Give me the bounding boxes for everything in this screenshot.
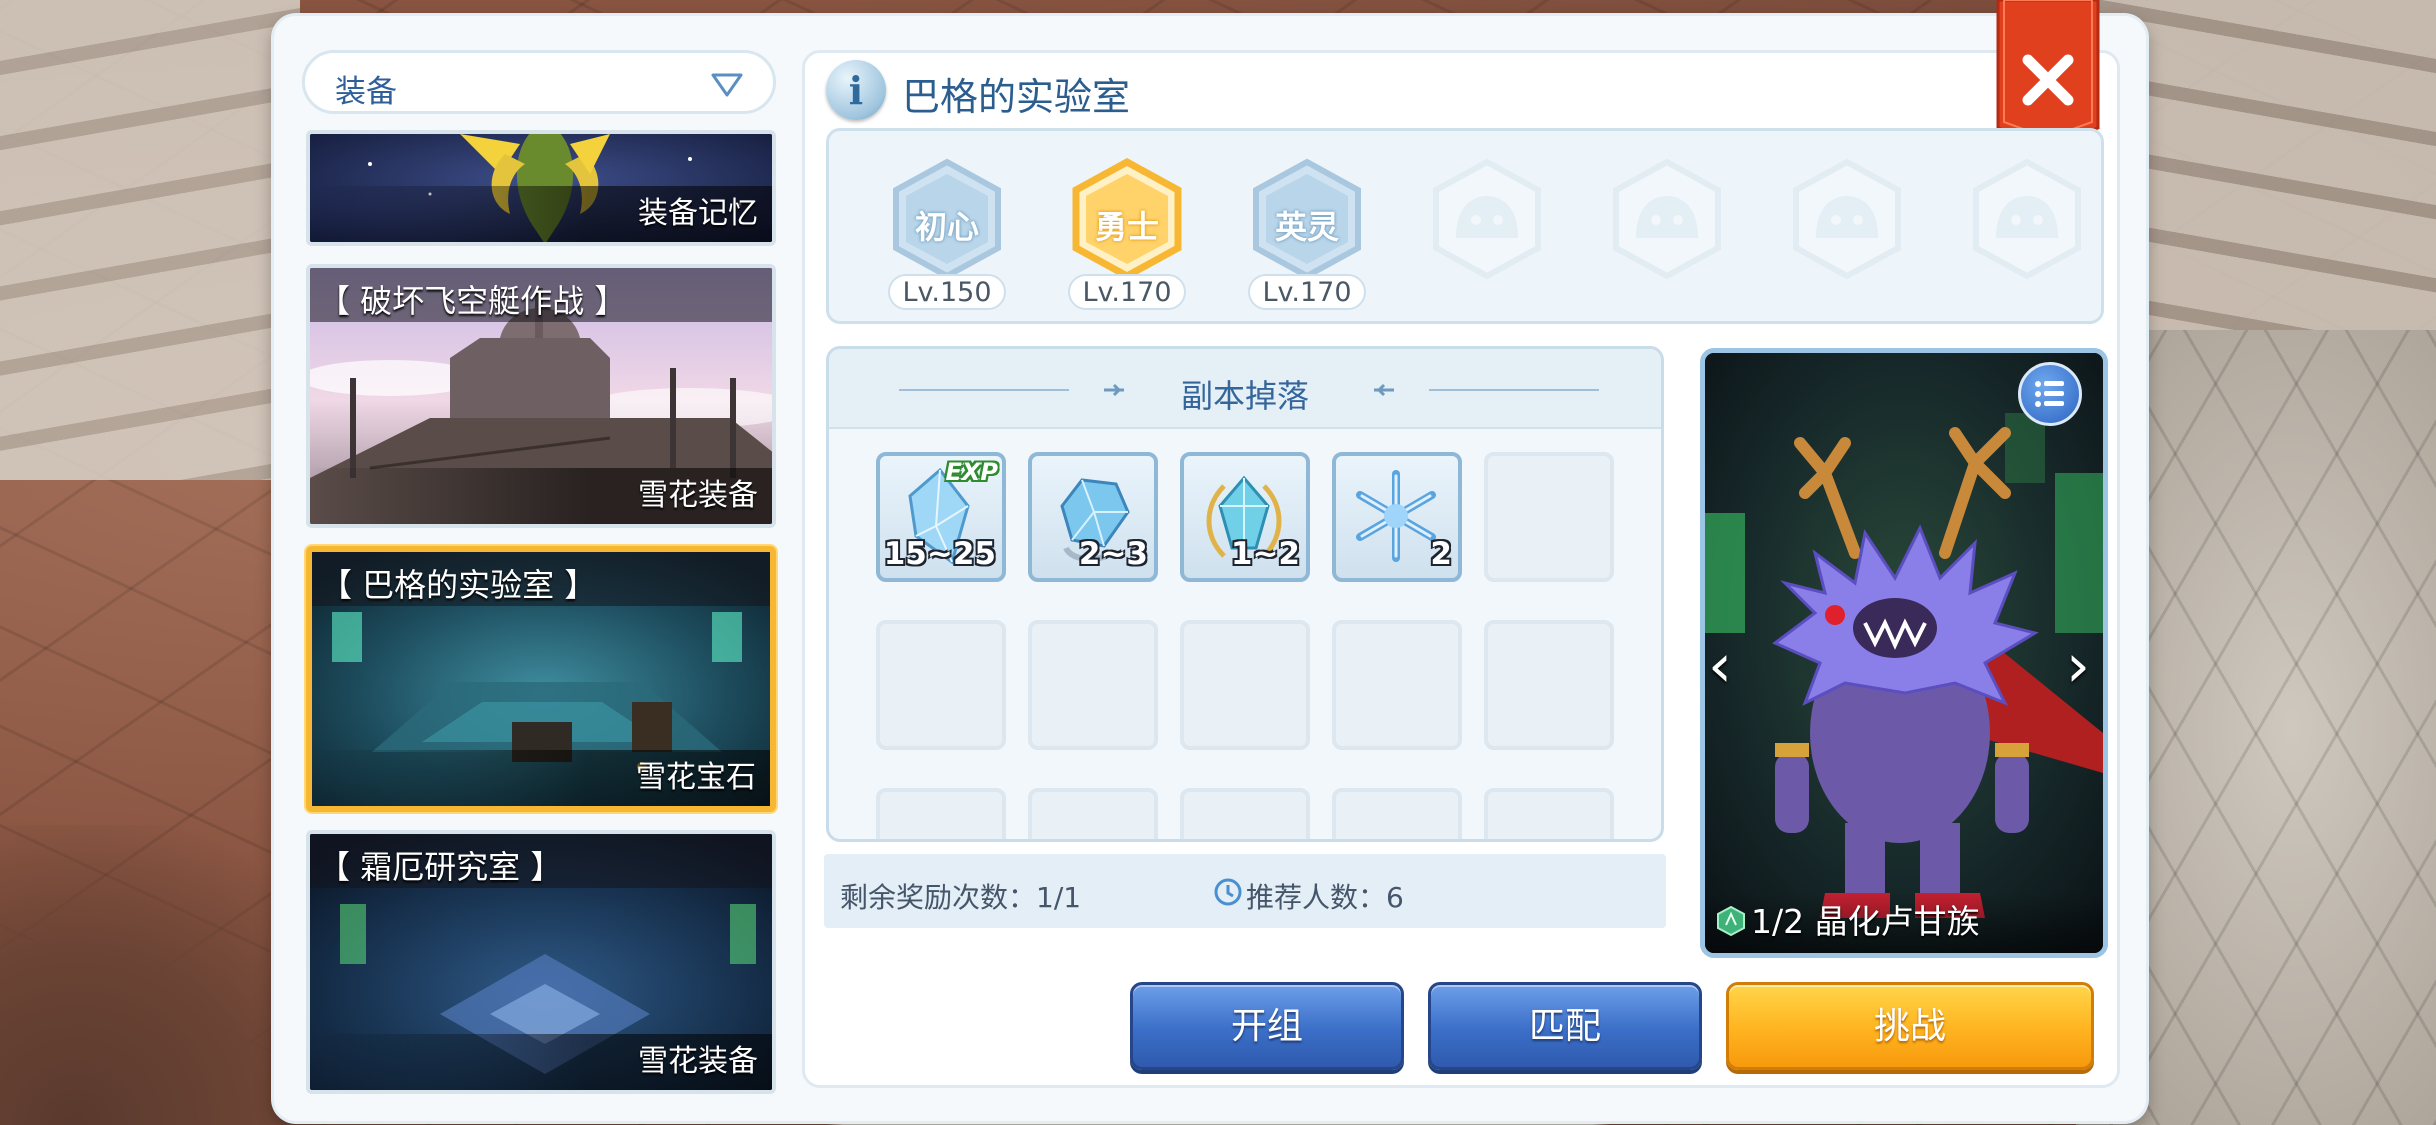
form-group-button[interactable]: 开组 [1130,982,1404,1070]
difficulty-name: 初心 [914,208,979,246]
drops-title: 副本掉落 [1180,377,1309,415]
locked-slime-icon [1793,158,1901,280]
drop-row-clipped [829,780,1661,839]
list-icon [2035,381,2064,407]
drop-quantity: 2 [1430,536,1452,572]
drop-quantity: 1~2 [1230,536,1300,572]
locked-slime-icon [1613,158,1721,280]
locked-slime-icon [1973,158,2081,280]
info-icon[interactable]: i [826,60,886,120]
triangle-down-icon [711,73,743,101]
drop-quantity: 15~25 [883,536,996,572]
reward-info-bar: 剩余奖励次数：1/1 推荐人数：6 [824,854,1666,928]
difficulty-beginner[interactable]: 初心 Lv.150 [882,158,1012,310]
prev-boss-arrow[interactable]: ‹ [1708,636,1752,700]
difficulty-level: Lv.150 [888,274,1006,310]
drop-slot-empty [1332,788,1462,839]
drop-item-exp-crystal[interactable]: EXP 15~25 [876,452,1006,582]
difficulty-hero[interactable]: 英灵 Lv.170 [1242,158,1372,310]
difficulty-locked [1422,158,1552,306]
drop-quantity: 2~3 [1078,536,1148,572]
drop-slot-empty [1332,620,1462,750]
difficulty-name: 勇士 [1094,208,1159,246]
dungeon-title: 【 破坏飞空艇作战 】 [318,282,627,320]
dungeon-title: 【 巴格的实验室 】 [320,566,597,604]
close-button[interactable] [1994,0,2102,148]
stone-steps-left [0,0,300,480]
crystal-type-icon [1715,905,1747,941]
match-button[interactable]: 匹配 [1428,982,1702,1070]
drop-slot-empty [1028,788,1158,839]
next-boss-arrow[interactable]: › [2066,636,2110,700]
drops-panel: 副本掉落 [826,346,1664,842]
drop-item-blue-crystal[interactable]: 2~3 [1028,452,1158,582]
dungeon-card-frost-lab[interactable]: 【 霜厄研究室 】 雪花装备 [306,830,776,1094]
dungeon-tag: 雪花装备 [638,1044,758,1079]
dungeon-tag: 雪花宝石 [636,760,756,795]
dungeon-tag: 装备记忆 [638,196,758,231]
boss-name: 1/2 晶化卢甘族 [1751,902,1980,941]
drop-slot-empty [1484,452,1614,582]
info-glyph: i [848,68,864,113]
drop-slot-empty [876,620,1006,750]
difficulty-level: Lv.170 [1068,274,1186,310]
dungeon-tag: 雪花装备 [638,478,758,513]
difficulty-locked [1782,158,1912,306]
close-icon [1996,0,2100,148]
remaining-rewards: 剩余奖励次数：1/1 [840,881,1082,914]
dungeon-card-bag-lab[interactable]: 【 巴格的实验室 】 雪花宝石 [306,546,776,812]
category-dropdown[interactable]: 装备 [302,50,776,114]
dungeon-card-equip-memory[interactable]: 装备记忆 [306,130,776,246]
difficulty-level: Lv.170 [1248,274,1366,310]
drop-slot-empty [1180,620,1310,750]
locked-slime-icon [1433,158,1541,280]
recommended-players: 推荐人数：6 [1246,881,1404,914]
difficulty-locked [1602,158,1732,306]
drop-item-snowflake[interactable]: 2 [1332,452,1462,582]
difficulty-name: 英灵 [1274,208,1339,246]
drops-header: 副本掉落 [829,349,1661,429]
drop-slot-empty [1028,620,1158,750]
challenge-button[interactable]: 挑战 [1726,982,2094,1070]
drop-slot-empty [1484,788,1614,839]
drop-slot-empty [1484,620,1614,750]
page-title: 巴格的实验室 [902,75,1131,119]
difficulty-warrior[interactable]: 勇士 Lv.170 [1062,158,1192,310]
drop-slot-empty [1180,788,1310,839]
dungeon-title: 【 霜厄研究室 】 [318,848,563,886]
boss-list-button[interactable] [2018,362,2082,426]
exp-badge: EXP [945,458,999,486]
category-label: 装备 [335,74,397,110]
boss-panel: 1/2 晶化卢甘族 [1700,348,2108,958]
clock-icon [1212,876,1244,912]
dungeon-card-airship[interactable]: 【 破坏飞空艇作战 】 雪花装备 [306,264,776,528]
boss-art [1705,353,2103,953]
drop-slot-empty [876,788,1006,839]
drop-item-gold-framed-crystal[interactable]: 1~2 [1180,452,1310,582]
difficulty-locked [1962,158,2092,306]
